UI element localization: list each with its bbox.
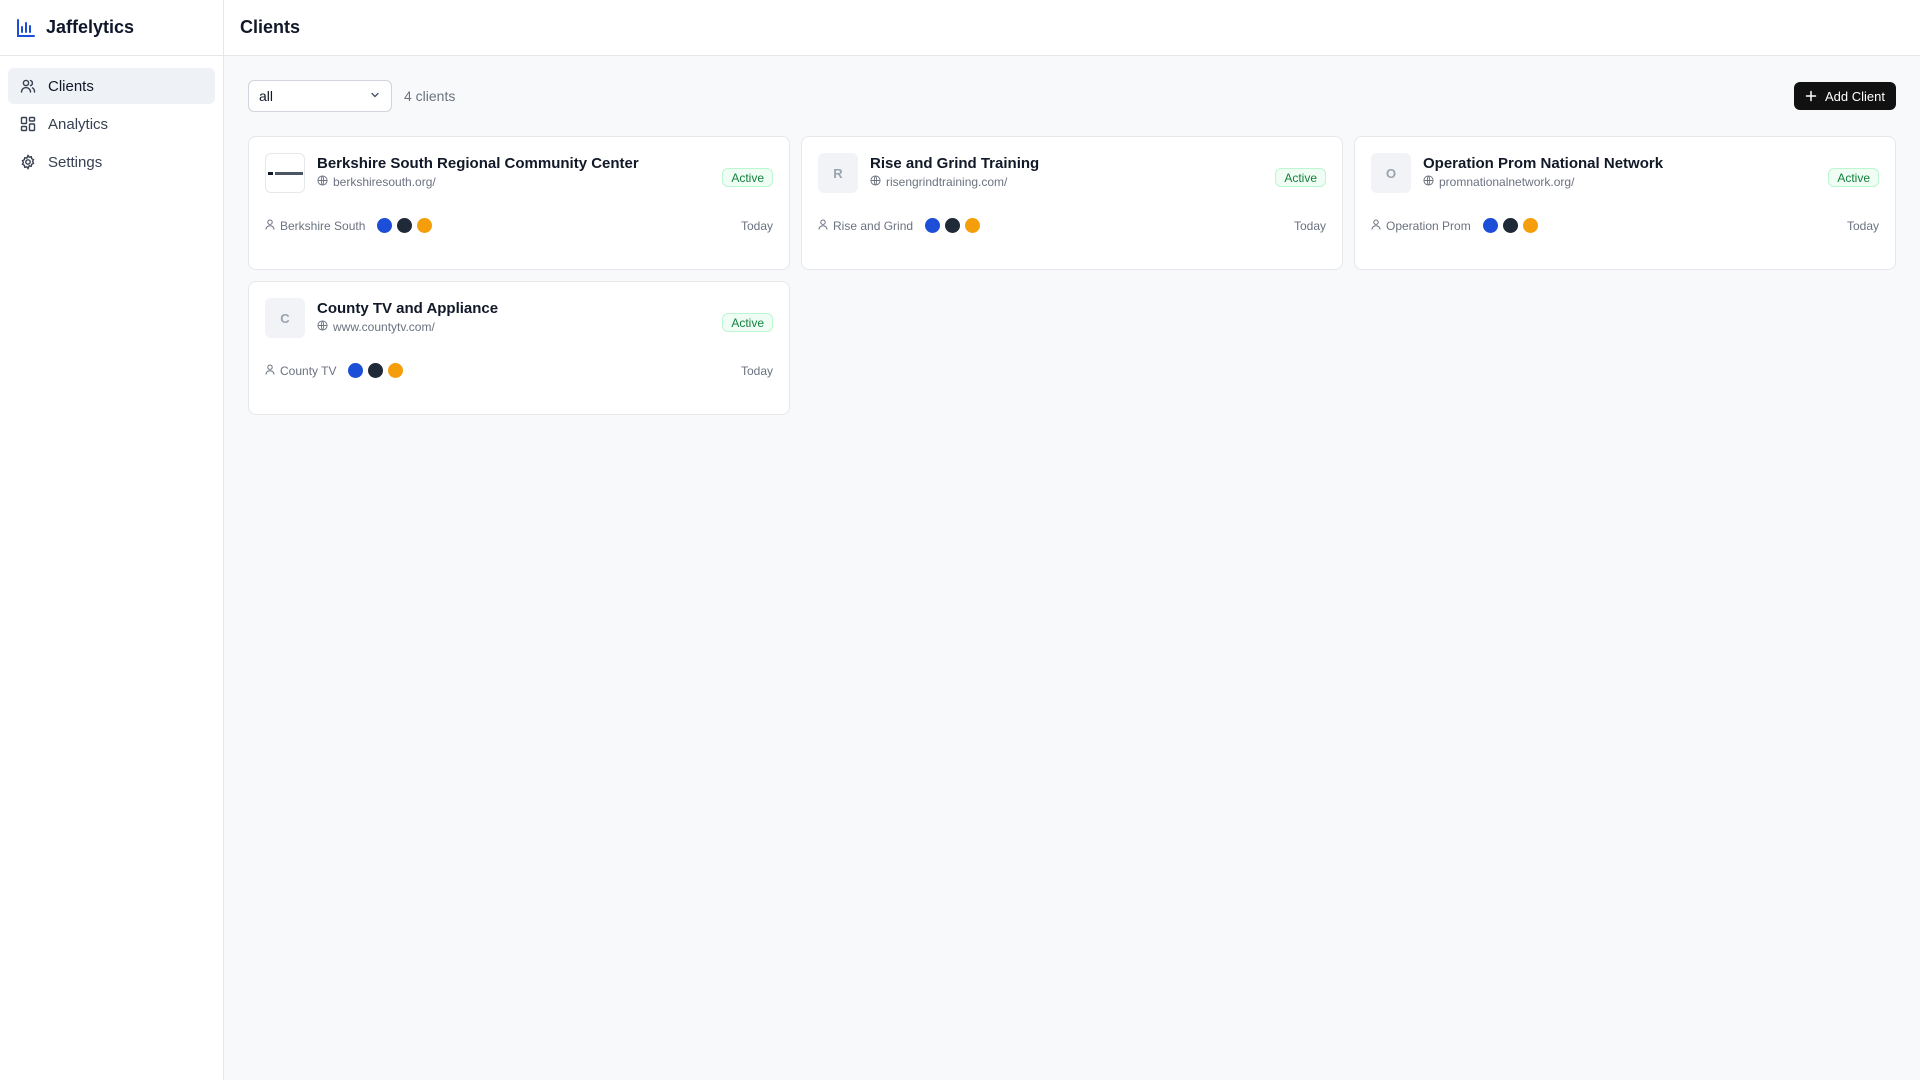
color-swatch [417,218,433,233]
color-swatch [388,363,404,378]
main-content: all 4 clients Add Client Berkshire South… [224,56,1920,1080]
client-card[interactable]: Berkshire South Regional Community Cente… [248,136,790,270]
sidebar-item-settings[interactable]: Settings [8,144,215,180]
sidebar-item-label: Analytics [48,115,109,133]
client-updated-date: Today [1846,218,1879,233]
user-icon [1371,219,1381,233]
status-badge: Active [1275,168,1326,187]
client-logo [265,153,305,193]
color-swatches [1482,218,1538,233]
status-badge: Active [1828,168,1879,187]
brand-name: Jaffelytics [46,17,135,37]
client-updated-date: Today [740,363,773,378]
chevron-down-icon [369,88,381,104]
client-updated-date: Today [740,218,773,233]
client-name: Berkshire South Regional Community Cente… [317,155,639,172]
color-swatch [1522,218,1538,233]
color-swatches [925,218,981,233]
client-avatar: R [818,153,858,193]
client-updated-date: Today [1293,218,1326,233]
client-url[interactable]: berkshiresouth.org/ [333,175,436,189]
client-url[interactable]: www.countytv.com/ [333,320,435,334]
bar-chart-icon [16,18,36,38]
top-bar: Clients [224,0,1920,56]
user-icon [265,219,275,233]
logo-mark [267,171,303,175]
brand[interactable]: Jaffelytics [0,0,223,56]
color-swatch [965,218,981,233]
globe-icon [870,175,881,189]
client-url[interactable]: promnationalnetwork.org/ [1439,175,1574,189]
page-title: Clients [240,17,301,37]
client-name: Operation Prom National Network [1423,155,1664,172]
color-swatch [348,363,364,378]
gear-icon [20,154,36,170]
sidebar-item-label: Clients [48,77,94,95]
client-avatar: O [1371,153,1411,193]
users-icon [20,78,36,94]
status-filter-select[interactable]: all [248,80,392,112]
globe-icon [317,320,328,334]
sidebar-item-clients[interactable]: Clients [8,68,215,104]
color-swatch [397,218,413,233]
grid-icon [20,116,36,132]
color-swatch [1502,218,1518,233]
color-swatch [925,218,941,233]
client-url[interactable]: risengrindtraining.com/ [886,175,1007,189]
client-contact: Rise and Grind [833,218,914,233]
globe-icon [317,175,328,189]
status-badge: Active [722,168,773,187]
sidebar-item-analytics[interactable]: Analytics [8,106,215,142]
user-icon [818,219,828,233]
client-card[interactable]: O Operation Prom National Network promna… [1354,136,1896,270]
plus-icon [1805,90,1817,102]
color-swatch [1482,218,1498,233]
client-card[interactable]: R Rise and Grind Training risengrindtrai… [801,136,1343,270]
sidebar-item-label: Settings [48,153,103,171]
client-card[interactable]: C County TV and Appliance www.countytv.c… [248,281,790,415]
client-contact: Operation Prom [1386,218,1471,233]
client-contact: County TV [280,363,337,378]
client-avatar: C [265,298,305,338]
user-icon [265,364,275,378]
client-name: County TV and Appliance [317,300,499,317]
client-name: Rise and Grind Training [870,155,1040,172]
color-swatches [377,218,433,233]
add-client-label: Add Client [1825,88,1885,104]
sidebar-nav: Clients Analytics Settings [0,56,223,194]
globe-icon [1423,175,1434,189]
client-contact: Berkshire South [280,218,366,233]
color-swatch [945,218,961,233]
toolbar: all 4 clients Add Client [248,80,1896,112]
client-count: 4 clients [404,88,456,104]
client-grid: Berkshire South Regional Community Cente… [248,136,1896,415]
color-swatches [348,363,404,378]
status-filter-value: all [259,88,274,104]
color-swatch [377,218,393,233]
sidebar: Jaffelytics Clients Analytics Settings [0,0,224,1080]
status-badge: Active [722,313,773,332]
add-client-button[interactable]: Add Client [1794,82,1896,110]
color-swatch [368,363,384,378]
